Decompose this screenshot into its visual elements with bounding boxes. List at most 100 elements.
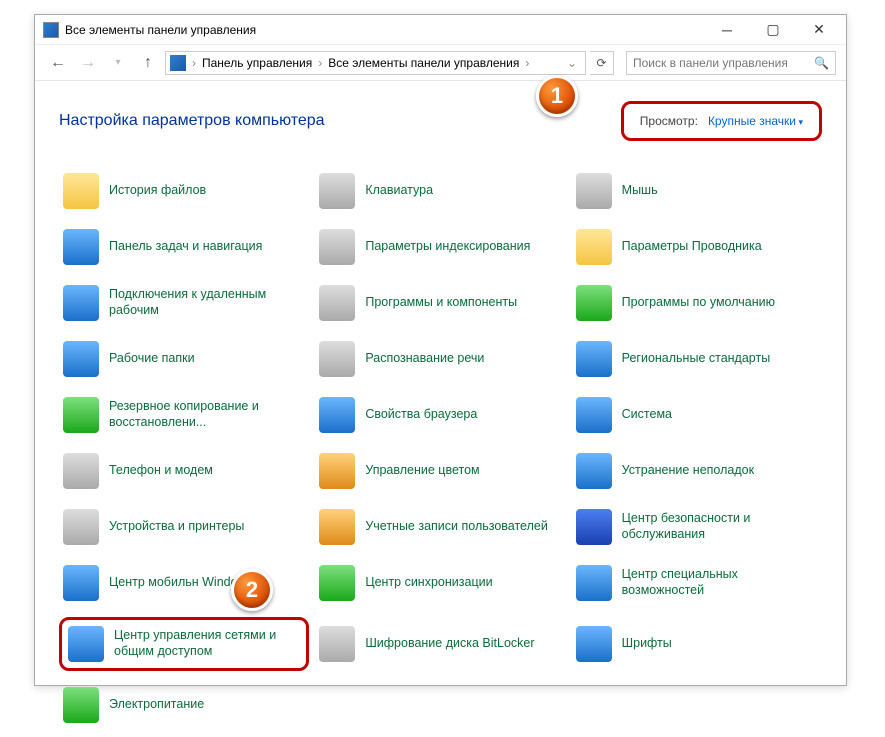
item-label: Мышь [622,183,658,199]
item-label: Региональные стандарты [622,351,771,367]
search-box[interactable]: 🔍 [626,51,836,75]
up-button[interactable]: ↑ [135,50,161,76]
heading-row: Настройка параметров компьютера Просмотр… [59,101,822,141]
view-dropdown[interactable]: Крупные значки [708,114,803,128]
phone-modem-icon [63,453,99,489]
control-panel-item[interactable]: Устройства и принтеры [59,505,309,549]
item-label: Распознавание речи [365,351,484,367]
system-icon [576,397,612,433]
minimize-button[interactable]: ─ [704,15,750,45]
titlebar: Все элементы панели управления ─ ▢ ✕ [35,15,846,45]
control-panel-item[interactable]: История файлов [59,169,309,213]
backup-icon [63,397,99,433]
item-label: Резервное копирование и восстановлени... [109,399,299,430]
control-panel-item[interactable]: Центр синхронизации [315,561,565,605]
item-label: Учетные записи пользователей [365,519,548,535]
item-label: Подключения к удаленным рабочим [109,287,299,318]
control-panel-item[interactable]: Свойства браузера [315,393,565,437]
work-folders-icon [63,341,99,377]
annotation-badge-1: 1 [536,75,578,117]
item-label: Центр синхронизации [365,575,492,591]
folder-history-icon [63,173,99,209]
control-panel-item[interactable]: Управление цветом [315,449,565,493]
control-panel-item[interactable]: Шифрование диска BitLocker [315,617,565,671]
control-panel-item[interactable]: Региональные стандарты [572,337,822,381]
address-dropdown[interactable]: ⌄ [563,56,581,70]
control-panel-item[interactable]: Резервное копирование и восстановлени... [59,393,309,437]
chevron-right-icon: › [190,56,198,70]
view-label: Просмотр: [640,114,698,128]
item-label: Параметры Проводника [622,239,762,255]
color-mgmt-icon [319,453,355,489]
item-label: Управление цветом [365,463,479,479]
back-button[interactable]: ← [45,50,71,76]
devices-printers-icon [63,509,99,545]
control-panel-item[interactable]: Центр безопасности и обслуживания [572,505,822,549]
item-label: Телефон и модем [109,463,213,479]
control-panel-icon [170,55,186,71]
chevron-right-icon: › [316,56,324,70]
close-button[interactable]: ✕ [796,15,842,45]
speech-icon [319,341,355,377]
search-icon: 🔍 [814,56,829,70]
user-accounts-icon [319,509,355,545]
item-label: Центр управления сетями и общим доступом [114,628,300,659]
page-heading: Настройка параметров компьютера [59,112,325,130]
explorer-options-icon [576,229,612,265]
keyboard-icon [319,173,355,209]
programs-features-icon [319,285,355,321]
item-label: Шифрование диска BitLocker [365,636,534,652]
breadcrumb-segment[interactable]: Все элементы панели управления [328,56,519,70]
mobility-center-icon [63,565,99,601]
control-panel-window: Все элементы панели управления ─ ▢ ✕ ← →… [34,14,847,686]
navigation-bar: ← → ▾ ↑ › Панель управления › Все элемен… [35,45,846,81]
control-panel-item[interactable]: Устранение неполадок [572,449,822,493]
control-panel-item[interactable]: Рабочие папки [59,337,309,381]
control-panel-item[interactable]: Панель задач и навигация [59,225,309,269]
control-panel-item[interactable]: Мышь [572,169,822,213]
maximize-button[interactable]: ▢ [750,15,796,45]
control-panel-item[interactable]: Распознавание речи [315,337,565,381]
control-panel-item[interactable]: Телефон и модем [59,449,309,493]
network-sharing-icon [68,626,104,662]
refresh-button[interactable]: ⟳ [590,51,614,75]
fonts-icon [576,626,612,662]
forward-button[interactable]: → [75,50,101,76]
taskbar-icon [63,229,99,265]
item-label: Рабочие папки [109,351,195,367]
item-label: Система [622,407,672,423]
item-label: Электропитание [109,697,204,713]
security-center-icon [576,509,612,545]
items-grid: История файловКлавиатура Мышь Панель задач… [59,169,822,727]
breadcrumb-segment[interactable]: Панель управления [202,56,312,70]
control-panel-item[interactable]: Шрифты [572,617,822,671]
troubleshoot-icon [576,453,612,489]
control-panel-item[interactable]: Система [572,393,822,437]
remote-apps-icon [63,285,99,321]
control-panel-item[interactable]: Программы и компоненты [315,281,565,325]
search-input[interactable] [633,56,814,70]
control-panel-item[interactable]: Подключения к удаленным рабочим [59,281,309,325]
recent-dropdown[interactable]: ▾ [105,50,131,76]
power-options-icon [63,687,99,723]
control-panel-item[interactable]: Учетные записи пользователей [315,505,565,549]
control-panel-item[interactable]: Параметры индексирования [315,225,565,269]
control-panel-item[interactable]: Электропитание [59,683,309,727]
mouse-icon [576,173,612,209]
item-label: Программы и компоненты [365,295,517,311]
item-label: Свойства браузера [365,407,477,423]
item-label: Программы по умолчанию [622,295,775,311]
annotation-badge-2: 2 [231,569,273,611]
item-label: Устранение неполадок [622,463,754,479]
region-icon [576,341,612,377]
indexing-icon [319,229,355,265]
item-label: Устройства и принтеры [109,519,244,535]
address-bar[interactable]: › Панель управления › Все элементы панел… [165,51,586,75]
internet-options-icon [319,397,355,433]
control-panel-item[interactable]: Центр специальных возможностей [572,561,822,605]
control-panel-item[interactable]: Параметры Проводника [572,225,822,269]
item-label: Центр специальных возможностей [622,567,812,598]
control-panel-item[interactable]: Клавиатура [315,169,565,213]
control-panel-item[interactable]: Программы по умолчанию [572,281,822,325]
control-panel-item[interactable]: Центр управления сетями и общим доступом [59,617,309,671]
